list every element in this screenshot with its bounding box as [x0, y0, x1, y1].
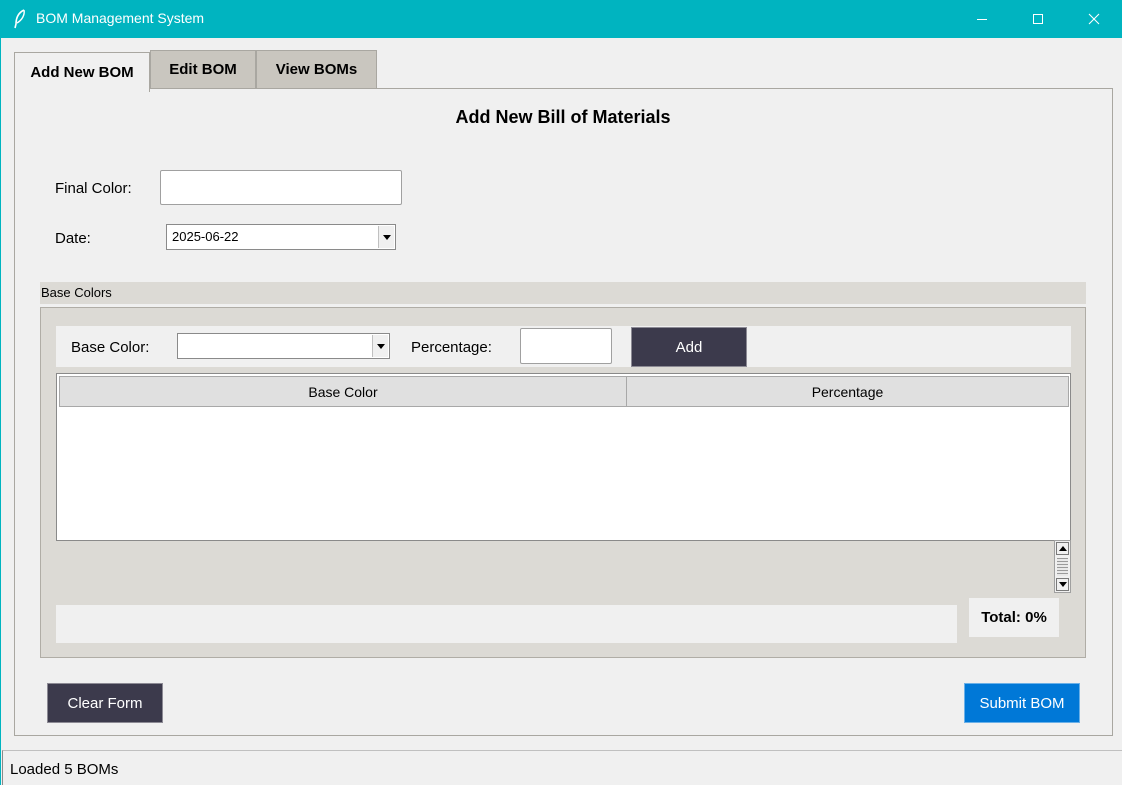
scroll-thumb[interactable] [1057, 558, 1068, 576]
title-bar: BOM Management System [0, 0, 1122, 38]
date-dropdown[interactable]: 2025-06-22 [166, 224, 396, 250]
tab-add-new-bom[interactable]: Add New BOM [14, 52, 150, 92]
chevron-down-icon [376, 343, 385, 349]
final-color-label: Final Color: [55, 180, 132, 197]
percentage-label: Percentage: [411, 339, 492, 356]
tab-edit-bom[interactable]: Edit BOM [150, 50, 256, 88]
close-icon [1088, 13, 1100, 25]
total-bar [56, 605, 957, 643]
scroll-down-button[interactable] [1056, 578, 1069, 591]
submit-bom-button[interactable]: Submit BOM [964, 683, 1080, 723]
date-label: Date: [55, 230, 91, 247]
base-color-label: Base Color: [71, 339, 150, 356]
page-title: Add New Bill of Materials [455, 107, 671, 127]
feather-icon [12, 9, 28, 29]
chevron-up-icon [1058, 546, 1067, 551]
tab-view-boms[interactable]: View BOMs [256, 50, 377, 88]
add-base-color-button[interactable]: Add [631, 327, 747, 367]
column-header-percentage[interactable]: Percentage [626, 376, 1069, 407]
clear-form-button[interactable]: Clear Form [47, 683, 163, 723]
status-bar: Loaded 5 BOMs [2, 750, 1122, 785]
chevron-down-icon [382, 234, 391, 240]
maximize-button[interactable] [1010, 0, 1066, 38]
dropdown-arrow[interactable] [372, 335, 388, 357]
percentage-input[interactable] [520, 328, 612, 364]
minimize-icon [977, 19, 987, 20]
scroll-up-button[interactable] [1056, 542, 1069, 555]
vertical-scrollbar[interactable] [1054, 540, 1071, 593]
base-color-dropdown[interactable] [177, 333, 390, 359]
dropdown-arrow[interactable] [378, 226, 394, 248]
base-colors-group-label: Base Colors [40, 282, 1086, 304]
window-title: BOM Management System [36, 10, 205, 26]
column-header-base-color[interactable]: Base Color [59, 376, 627, 407]
total-percentage: Total: 0% [969, 598, 1059, 637]
close-button[interactable] [1066, 0, 1122, 38]
scroll-area [56, 541, 1071, 593]
date-value: 2025-06-22 [172, 229, 239, 244]
base-colors-table[interactable]: Base Color Percentage [56, 373, 1071, 541]
minimize-button[interactable] [954, 0, 1010, 38]
maximize-icon [1033, 14, 1043, 24]
chevron-down-icon [1058, 582, 1067, 587]
final-color-input[interactable] [160, 170, 402, 205]
